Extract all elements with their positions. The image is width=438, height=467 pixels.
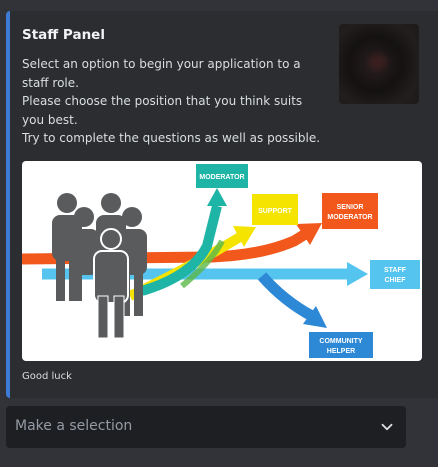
senior-moderator-box <box>322 193 378 229</box>
community-helper-label-line2: HELPER <box>327 348 355 355</box>
staff-chief-label-line1: STAFF <box>384 267 407 274</box>
role-select-dropdown[interactable]: Make a selection <box>6 406 406 448</box>
embed-card: Staff Panel Select an option to begin yo… <box>6 11 438 398</box>
community-helper-arrow <box>257 272 315 321</box>
staff-chief-box <box>370 260 420 289</box>
embed-image[interactable]: MODERATOR SUPPORT SENIOR MODERATOR STAFF… <box>22 161 422 361</box>
chevron-down-icon <box>381 423 393 431</box>
embed-description: Select an option to begin your applicati… <box>22 57 321 146</box>
moderator-arrowhead <box>207 188 227 206</box>
career-paths-illustration: MODERATOR SUPPORT SENIOR MODERATOR STAFF… <box>22 164 420 358</box>
moderator-label: MODERATOR <box>199 174 244 181</box>
senior-moderator-label-line1: SENIOR <box>337 204 364 211</box>
select-placeholder: Make a selection <box>15 418 133 434</box>
senior-moderator-label-line2: MODERATOR <box>327 214 372 221</box>
support-label: SUPPORT <box>258 208 293 215</box>
staff-chief-label-line2: CHIEF <box>385 277 407 284</box>
community-helper-label-line1: COMMUNITY <box>319 338 362 345</box>
people-group-icon <box>52 193 147 339</box>
embed-title: Staff Panel <box>22 27 105 43</box>
embed-footer: Good luck <box>22 371 72 382</box>
staff-chief-arrowhead <box>347 262 368 286</box>
embed-thumbnail[interactable] <box>339 24 419 104</box>
